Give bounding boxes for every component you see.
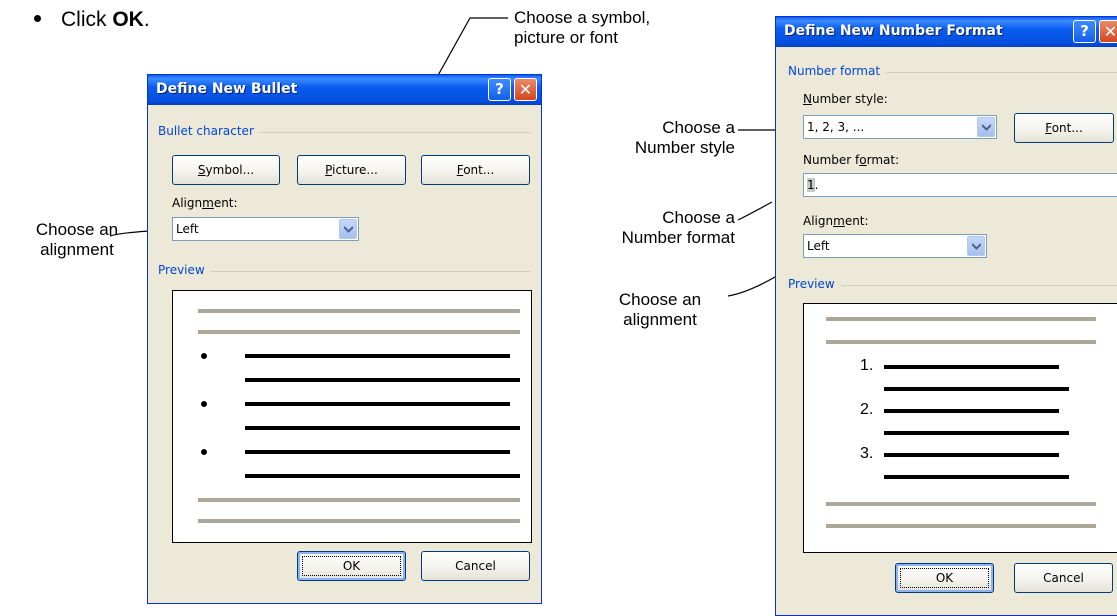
- preview-line: [826, 317, 1096, 321]
- group-label-preview: Preview: [788, 277, 841, 291]
- bullet-preview-pane: [172, 290, 532, 543]
- font-button[interactable]: Font...: [421, 155, 530, 185]
- dialog-title: Define New Number Format: [784, 23, 1003, 39]
- help-button[interactable]: ?: [1073, 20, 1096, 43]
- define-new-number-format-dialog: Define New Number Format ? ✕ Number form…: [775, 16, 1117, 616]
- cancel-button[interactable]: Cancel: [1014, 563, 1113, 593]
- preview-line: [245, 426, 520, 430]
- preview-number: 2.: [860, 401, 874, 418]
- preview-line: [245, 354, 510, 358]
- preview-line: [826, 502, 1096, 506]
- ok-button[interactable]: OK: [895, 563, 994, 593]
- alignment-select[interactable]: Left: [803, 234, 987, 258]
- group-label-bullet-character: Bullet character: [158, 124, 260, 138]
- picture-button[interactable]: Picture...: [297, 155, 406, 185]
- preview-line: [884, 387, 1069, 391]
- close-button[interactable]: ✕: [514, 78, 537, 101]
- group-label-number-format: Number format: [788, 64, 887, 78]
- alignment-label: Alignment:: [803, 214, 869, 228]
- preview-line: [198, 330, 520, 334]
- dialog-title: Define New Bullet: [156, 81, 298, 97]
- title-bar: Define New Bullet ? ✕: [148, 75, 541, 105]
- preview-line: [245, 450, 510, 454]
- define-new-bullet-dialog: Define New Bullet ? ✕ Bullet character S…: [147, 74, 542, 604]
- preview-line: [198, 498, 520, 502]
- preview-line: [826, 340, 1096, 344]
- help-icon: ?: [1080, 22, 1089, 40]
- focus-ring: [900, 568, 989, 588]
- focus-ring: [302, 556, 401, 576]
- chevron-down-icon[interactable]: [977, 117, 995, 137]
- ok-button[interactable]: OK: [297, 551, 406, 581]
- preview-line: [884, 365, 1059, 369]
- group-divider: [158, 271, 531, 272]
- preview-bullet: [201, 449, 207, 455]
- preview-number: 3.: [860, 445, 874, 462]
- title-bar: Define New Number Format ? ✕: [776, 17, 1117, 47]
- symbol-button[interactable]: Symbol...: [172, 155, 280, 185]
- number-style-select[interactable]: 1, 2, 3, ...: [803, 115, 997, 139]
- preview-line: [198, 309, 520, 313]
- alignment-label: Alignment:: [172, 196, 238, 210]
- preview-line: [884, 453, 1059, 457]
- close-icon: ✕: [518, 80, 533, 99]
- number-preview-pane: 1. 2. 3.: [803, 303, 1117, 553]
- preview-bullet: [201, 401, 207, 407]
- group-label-preview: Preview: [158, 263, 211, 277]
- number-style-label: Number style:: [803, 92, 888, 106]
- preview-line: [198, 519, 520, 523]
- preview-line: [884, 409, 1059, 413]
- preview-line: [884, 475, 1069, 479]
- chevron-down-icon[interactable]: [339, 219, 357, 239]
- preview-line: [826, 524, 1096, 528]
- number-format-input[interactable]: 1.: [803, 173, 1117, 197]
- close-icon: ✕: [1103, 22, 1117, 41]
- preview-line: [245, 378, 520, 382]
- preview-line: [245, 474, 520, 478]
- preview-line: [884, 431, 1069, 435]
- preview-line: [245, 402, 510, 406]
- help-button[interactable]: ?: [488, 78, 511, 101]
- help-icon: ?: [495, 80, 504, 98]
- preview-number: 1.: [860, 357, 874, 374]
- cancel-button[interactable]: Cancel: [421, 551, 530, 581]
- close-button[interactable]: ✕: [1099, 20, 1117, 43]
- font-button[interactable]: Font...: [1014, 113, 1114, 143]
- number-format-label: Number format:: [803, 153, 900, 167]
- chevron-down-icon[interactable]: [967, 236, 985, 256]
- leader-number-format: [737, 201, 773, 221]
- alignment-select[interactable]: Left: [172, 217, 359, 241]
- preview-bullet: [201, 353, 207, 359]
